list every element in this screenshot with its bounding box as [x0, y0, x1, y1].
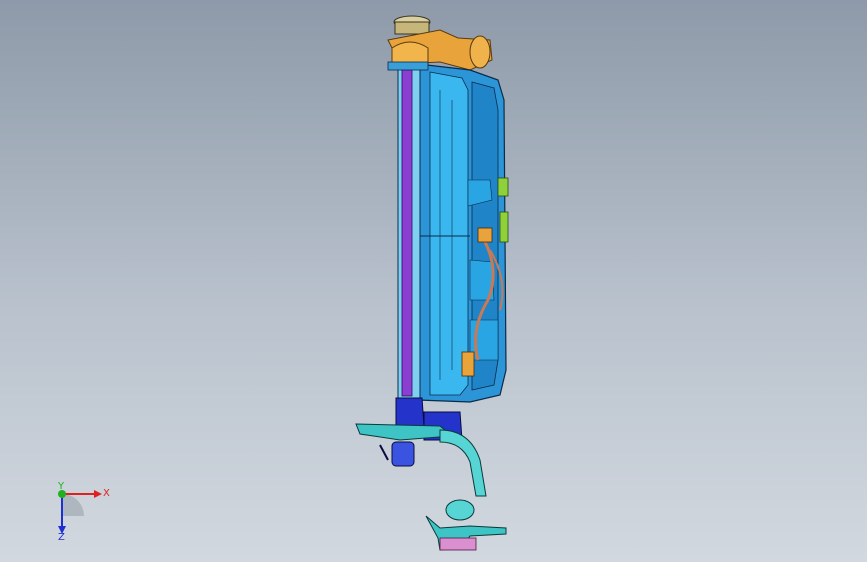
x-axis-label: X	[103, 488, 110, 499]
filler-cap[interactable]	[393, 15, 431, 35]
graphics-viewport[interactable]: X Y Z	[0, 0, 867, 562]
coordinate-triad: X Y Z	[40, 478, 120, 548]
fan-shroud[interactable]	[417, 63, 507, 403]
y-axis-label: Y	[58, 481, 65, 492]
z-axis-label: Z	[58, 532, 65, 543]
lower-bracket[interactable]	[355, 423, 487, 497]
radiator-fan-assembly-model[interactable]	[0, 0, 867, 562]
outlet-fitting[interactable]	[425, 499, 507, 551]
x-axis-arrow-icon	[94, 490, 102, 498]
